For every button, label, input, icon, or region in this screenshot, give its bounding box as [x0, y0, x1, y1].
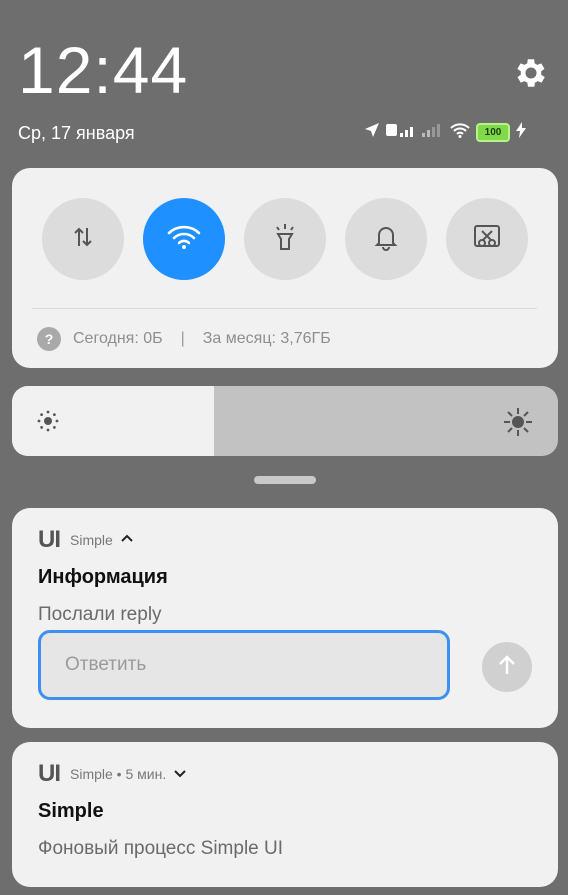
bell-icon	[373, 223, 399, 256]
chevron-down-icon[interactable]	[174, 765, 186, 783]
settings-gear-icon[interactable]	[512, 54, 550, 92]
brightness-low-icon	[36, 409, 60, 438]
notification-title: Simple	[38, 800, 104, 822]
arrow-up-icon	[497, 654, 517, 681]
brightness-slider[interactable]	[12, 386, 558, 456]
reply-input[interactable]: Ответить	[38, 630, 450, 700]
screenshot-toggle[interactable]	[446, 198, 528, 280]
status-icons: 100	[364, 120, 526, 144]
drag-handle[interactable]	[254, 476, 316, 484]
wifi-status-icon	[450, 122, 470, 143]
usage-today: Сегодня: 0Б	[73, 330, 163, 347]
notification-body: Фоновый процесс Simple UI	[38, 838, 284, 859]
usage-separator: |	[180, 330, 185, 347]
data-arrows-icon	[70, 224, 96, 255]
question-icon: ?	[37, 327, 61, 351]
flashlight-icon	[272, 222, 298, 257]
app-name: Simple	[70, 532, 113, 548]
quick-settings-panel: ? Сегодня: 0Б | За месяц: 3,76ГБ	[12, 168, 558, 368]
wifi-toggle[interactable]	[143, 198, 225, 280]
sim-signal-icon	[386, 122, 416, 143]
notification-body: Послали reply	[38, 604, 162, 625]
mobile-data-toggle[interactable]	[42, 198, 124, 280]
app-name: Simple • 5 мин.	[70, 766, 167, 782]
charging-icon	[516, 121, 526, 143]
notification-title: Информация	[38, 566, 168, 588]
notification-card[interactable]: UI Simple • 5 мин. Simple Фоновый процес…	[12, 742, 558, 887]
signal-weak-icon	[422, 122, 444, 143]
notification-card[interactable]: UI Simple Информация Послали reply Ответ…	[12, 508, 558, 728]
wifi-icon	[167, 224, 201, 255]
app-icon: UI	[38, 760, 61, 787]
flashlight-toggle[interactable]	[244, 198, 326, 280]
battery-icon: 100	[476, 122, 510, 142]
divider	[32, 308, 537, 309]
brightness-high-icon	[502, 406, 534, 443]
usage-month: За месяц: 3,76ГБ	[202, 330, 331, 347]
date-label: Ср, 17 января	[18, 123, 135, 143]
location-icon	[364, 122, 380, 143]
data-usage-row[interactable]: ? Сегодня: 0Б | За месяц: 3,76ГБ	[37, 326, 331, 352]
notification-header: UI Simple • 5 мин.	[38, 760, 186, 788]
send-button[interactable]	[482, 642, 532, 692]
scissors-icon	[472, 223, 502, 256]
clock: 12:44	[18, 33, 189, 107]
sound-toggle[interactable]	[345, 198, 427, 280]
app-icon: UI	[38, 526, 61, 553]
chevron-up-icon[interactable]	[121, 531, 133, 549]
notification-header: UI Simple	[38, 526, 133, 554]
